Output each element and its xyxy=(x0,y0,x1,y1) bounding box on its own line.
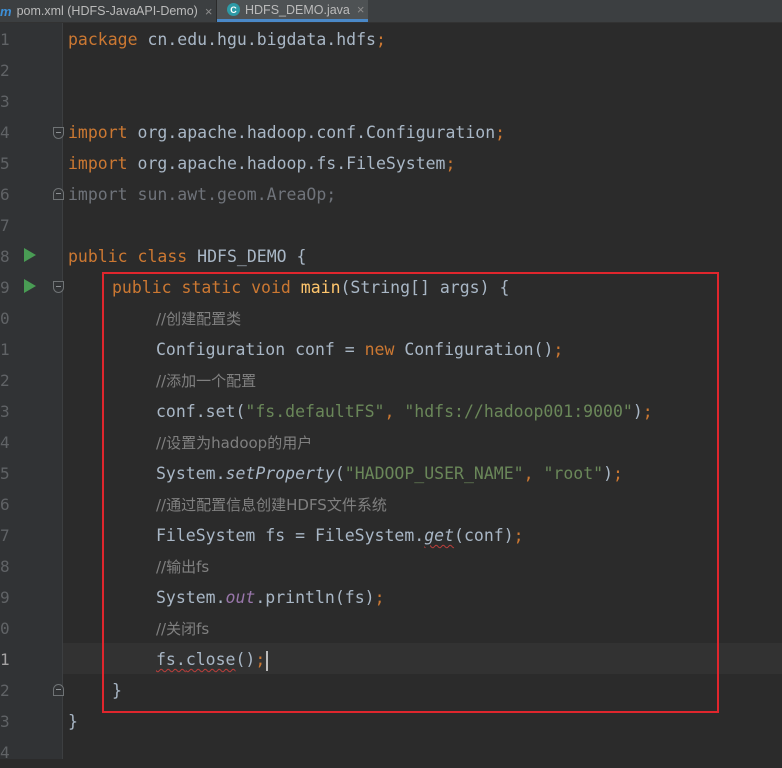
java-class-icon: C xyxy=(227,3,240,16)
close-icon[interactable]: × xyxy=(205,4,213,19)
line-number: 4 xyxy=(0,433,10,452)
keyword-public: public xyxy=(68,247,128,266)
unused-import: import sun.awt.geom.AreaOp; xyxy=(68,185,337,204)
line-number: 1 xyxy=(0,650,10,669)
tab-hdfs-demo-java[interactable]: C HDFS_DEMO.java × xyxy=(217,0,368,22)
line-number: 7 xyxy=(0,526,10,545)
code-line-6[interactable]: import sun.awt.geom.AreaOp; xyxy=(68,179,336,210)
semicolon: ; xyxy=(445,154,456,173)
code-line-8[interactable]: public class HDFS_DEMO { xyxy=(68,241,306,272)
line-number: 0 xyxy=(0,619,10,638)
tab-pom-xml[interactable]: m pom.xml (HDFS-JavaAPI-Demo) × xyxy=(0,0,216,22)
semicolon: ; xyxy=(495,123,506,142)
line-number: 6 xyxy=(0,495,10,514)
line-number: 2 xyxy=(0,681,10,700)
line-number: 2 xyxy=(0,61,10,80)
line-number: 8 xyxy=(0,247,10,266)
keyword-import: import xyxy=(68,123,128,142)
line-number: 7 xyxy=(0,216,10,235)
line-number: 3 xyxy=(0,712,10,731)
import-path: org.apache.hadoop.conf.Configuration xyxy=(127,123,496,142)
line-number: 5 xyxy=(0,464,10,483)
close-icon[interactable]: × xyxy=(357,2,365,17)
code-line-4[interactable]: import org.apache.hadoop.conf.Configurat… xyxy=(68,117,505,148)
run-main-icon[interactable] xyxy=(24,279,36,293)
highlight-box xyxy=(102,272,719,713)
keyword-package: package xyxy=(68,30,138,49)
keyword-import: import xyxy=(68,154,128,173)
import-path: org.apache.hadoop.fs.FileSystem xyxy=(127,154,446,173)
tab-label: pom.xml (HDFS-JavaAPI-Demo) xyxy=(16,4,198,18)
line-number: 4 xyxy=(0,123,10,142)
line-number: 4 xyxy=(0,743,10,762)
line-number: 1 xyxy=(0,340,10,359)
package-name: cn.edu.hgu.bigdata.hdfs xyxy=(137,30,376,49)
line-number: 5 xyxy=(0,154,10,173)
closing-brace: } xyxy=(68,712,78,731)
line-number: 3 xyxy=(0,402,10,421)
fold-method-end-icon[interactable] xyxy=(53,684,64,696)
maven-file-icon: m xyxy=(0,3,12,19)
code-line-5[interactable]: import org.apache.hadoop.fs.FileSystem; xyxy=(68,148,455,179)
keyword-class: class xyxy=(127,247,188,266)
line-number: 9 xyxy=(0,278,10,297)
line-number: 2 xyxy=(0,371,10,390)
semicolon: ; xyxy=(375,30,386,49)
line-number: 8 xyxy=(0,557,10,576)
line-number: 0 xyxy=(0,309,10,328)
fold-imports-end-icon[interactable] xyxy=(53,188,64,200)
line-number: 6 xyxy=(0,185,10,204)
tab-label: HDFS_DEMO.java xyxy=(245,2,350,17)
class-name: HDFS_DEMO { xyxy=(187,247,307,266)
line-number: 1 xyxy=(0,30,10,49)
fold-imports-icon[interactable] xyxy=(53,127,64,139)
code-line-23[interactable]: } xyxy=(68,706,78,737)
line-number: 3 xyxy=(0,92,10,111)
line-number: 9 xyxy=(0,588,10,607)
editor-tab-bar: m pom.xml (HDFS-JavaAPI-Demo) × C HDFS_D… xyxy=(0,0,782,23)
run-class-icon[interactable] xyxy=(24,248,36,262)
code-line-1[interactable]: package cn.edu.hgu.bigdata.hdfs; xyxy=(68,24,386,55)
fold-method-icon[interactable] xyxy=(53,281,64,293)
